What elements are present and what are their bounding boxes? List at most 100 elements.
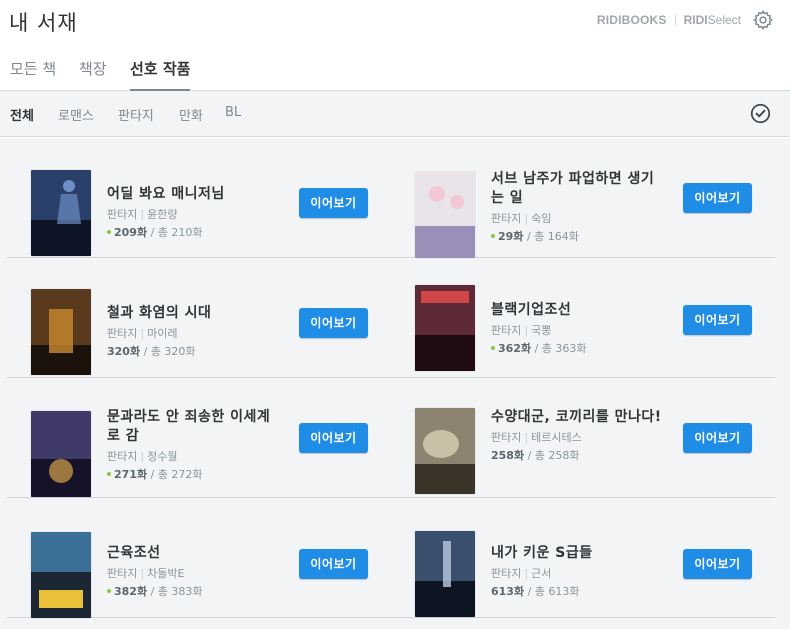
book-author[interactable]: 테르시테스 (531, 431, 582, 444)
total-count: / 총 210화 (150, 226, 203, 239)
book-meta: 판타지 | 국뽕 (491, 324, 552, 337)
continue-reading-button[interactable]: 이어보기 (683, 423, 752, 453)
continue-reading-button[interactable]: 이어보기 (683, 183, 752, 213)
book-genre: 판타지 (107, 208, 138, 221)
book-author[interactable]: 마이레 (147, 327, 177, 340)
tab-favorites[interactable]: 선호 작품 (130, 58, 191, 91)
book-cover[interactable] (415, 408, 475, 494)
book-title[interactable]: 철과 화염의 시대 (107, 304, 279, 323)
book-genre: 판타지 (491, 324, 522, 337)
book-info: 어딜 봐요 매니저님 판타지 | 윤한량 209화 / 총 210화 (107, 185, 279, 240)
ridiselect-text: Select (707, 13, 741, 27)
filter-comic[interactable]: 만화 (179, 105, 203, 124)
total-count: / 총 258화 (527, 449, 580, 462)
read-count: 258화 (491, 449, 525, 462)
book-author[interactable]: 정수월 (147, 450, 177, 463)
book-card[interactable]: 철과 화염의 시대 판타지 | 마이레 320화 / 총 320화 이어보기 (7, 258, 391, 378)
reading-progress: 258화 / 총 258화 (491, 448, 663, 463)
book-genre: 판타지 (107, 327, 138, 340)
ridibooks-link[interactable]: RIDIBOOKS (597, 13, 667, 27)
filter-bl[interactable]: BL (225, 105, 241, 120)
continue-reading-button[interactable]: 이어보기 (299, 549, 368, 579)
filter-all[interactable]: 전체 (10, 105, 34, 124)
book-title[interactable]: 서브 남주가 파업하면 생기는 일 (491, 170, 663, 208)
book-genre: 판타지 (491, 431, 522, 444)
book-genre: 판타지 (491, 212, 522, 225)
reading-progress: 613화 / 총 613화 (491, 584, 663, 599)
read-count: 271화 (114, 468, 148, 481)
read-count: 362화 (498, 342, 532, 355)
page-title: 내 서재 (9, 11, 78, 35)
book-meta: 판타지 | 테르시테스 (491, 431, 582, 444)
update-dot (491, 346, 495, 350)
book-card[interactable]: 서브 남주가 파업하면 생기는 일 판타지 | 숙임 29화 / 총 164화 이어… (391, 138, 775, 258)
ridiselect-bold: RIDI (683, 13, 708, 27)
continue-reading-button[interactable]: 이어보기 (299, 423, 368, 453)
filter-romance[interactable]: 로맨스 (58, 105, 94, 124)
book-genre: 판타지 (107, 567, 138, 580)
book-card[interactable]: 문과라도 안 죄송한 이세계로 감 판타지 | 정수월 271화 / 총 272화 … (7, 378, 391, 498)
book-title[interactable]: 문과라도 안 죄송한 이세계로 감 (107, 408, 279, 446)
book-title[interactable]: 내가 키운 S급들 (491, 544, 663, 563)
continue-reading-button[interactable]: 이어보기 (299, 308, 368, 338)
book-genre: 판타지 (107, 450, 138, 463)
book-card[interactable]: 내가 키운 S급들 판타지 | 근서 613화 / 총 613화 이어보기 (391, 498, 775, 618)
favorites-grid: 어딜 봐요 매니저님 판타지 | 윤한량 209화 / 총 210화 이어보기 서브… (0, 138, 790, 629)
book-title[interactable]: 수양대군, 코끼리를 만나다! (491, 408, 663, 427)
tab-all-books[interactable]: 모든 책 (10, 58, 56, 89)
update-dot (107, 589, 111, 593)
brand-divider (674, 15, 676, 25)
book-info: 철과 화염의 시대 판타지 | 마이레 320화 / 총 320화 (107, 304, 279, 359)
reading-progress: 362화 / 총 363화 (491, 341, 663, 356)
book-card[interactable]: 블랙기업조선 판타지 | 국뽕 362화 / 총 363화 이어보기 (391, 258, 775, 378)
book-info: 문과라도 안 죄송한 이세계로 감 판타지 | 정수월 271화 / 총 272화 (107, 408, 279, 482)
update-dot (491, 234, 495, 238)
ridiselect-link[interactable]: RIDISelect (684, 13, 741, 27)
book-cover[interactable] (31, 411, 91, 497)
continue-reading-button[interactable]: 이어보기 (683, 549, 752, 579)
book-cover[interactable] (31, 289, 91, 375)
book-title[interactable]: 근육조선 (107, 544, 279, 563)
read-count: 29화 (498, 230, 524, 243)
book-cover[interactable] (31, 532, 91, 618)
tab-bookshelf[interactable]: 책장 (79, 58, 107, 89)
book-meta: 판타지 | 마이레 (107, 327, 178, 340)
brand-links: RIDIBOOKS RIDISelect (597, 9, 774, 31)
gear-icon[interactable] (752, 9, 774, 31)
reading-progress: 382화 / 총 383화 (107, 584, 279, 599)
book-meta: 판타지 | 차돌박E (107, 567, 185, 580)
book-meta: 판타지 | 정수월 (107, 450, 178, 463)
continue-reading-button[interactable]: 이어보기 (683, 305, 752, 335)
update-dot (107, 230, 111, 234)
check-circle-icon[interactable] (750, 103, 771, 124)
book-cover[interactable] (415, 531, 475, 617)
book-card[interactable]: 어딜 봐요 매니저님 판타지 | 윤한량 209화 / 총 210화 이어보기 (7, 138, 391, 258)
total-count: / 총 613화 (527, 585, 580, 598)
reading-progress: 209화 / 총 210화 (107, 225, 279, 240)
total-count: / 총 383화 (150, 585, 203, 598)
tab-bar: 모든 책 책장 선호 작품 (0, 44, 790, 91)
book-author[interactable]: 차돌박E (147, 567, 184, 580)
book-cover[interactable] (415, 172, 475, 258)
book-card[interactable]: 수양대군, 코끼리를 만나다! 판타지 | 테르시테스 258화 / 총 258화 … (391, 378, 775, 498)
book-author[interactable]: 윤한량 (147, 208, 177, 221)
book-author[interactable]: 근서 (531, 567, 551, 580)
book-author[interactable]: 국뽕 (531, 324, 551, 337)
book-cover[interactable] (31, 170, 91, 256)
book-info: 근육조선 판타지 | 차돌박E 382화 / 총 383화 (107, 544, 279, 599)
book-meta: 판타지 | 윤한량 (107, 208, 178, 221)
total-count: / 총 272화 (150, 468, 203, 481)
book-card[interactable]: 근육조선 판타지 | 차돌박E 382화 / 총 383화 이어보기 (7, 498, 391, 618)
filter-fantasy[interactable]: 판타지 (118, 105, 154, 124)
book-cover[interactable] (415, 285, 475, 371)
book-info: 블랙기업조선 판타지 | 국뽕 362화 / 총 363화 (491, 301, 663, 356)
book-genre: 판타지 (491, 567, 522, 580)
book-title[interactable]: 블랙기업조선 (491, 301, 663, 320)
book-title[interactable]: 어딜 봐요 매니저님 (107, 185, 279, 204)
update-dot (107, 472, 111, 476)
total-count: / 총 164화 (526, 230, 579, 243)
book-author[interactable]: 숙임 (531, 212, 551, 225)
total-count: / 총 363화 (534, 342, 587, 355)
reading-progress: 271화 / 총 272화 (107, 467, 279, 482)
continue-reading-button[interactable]: 이어보기 (299, 188, 368, 218)
